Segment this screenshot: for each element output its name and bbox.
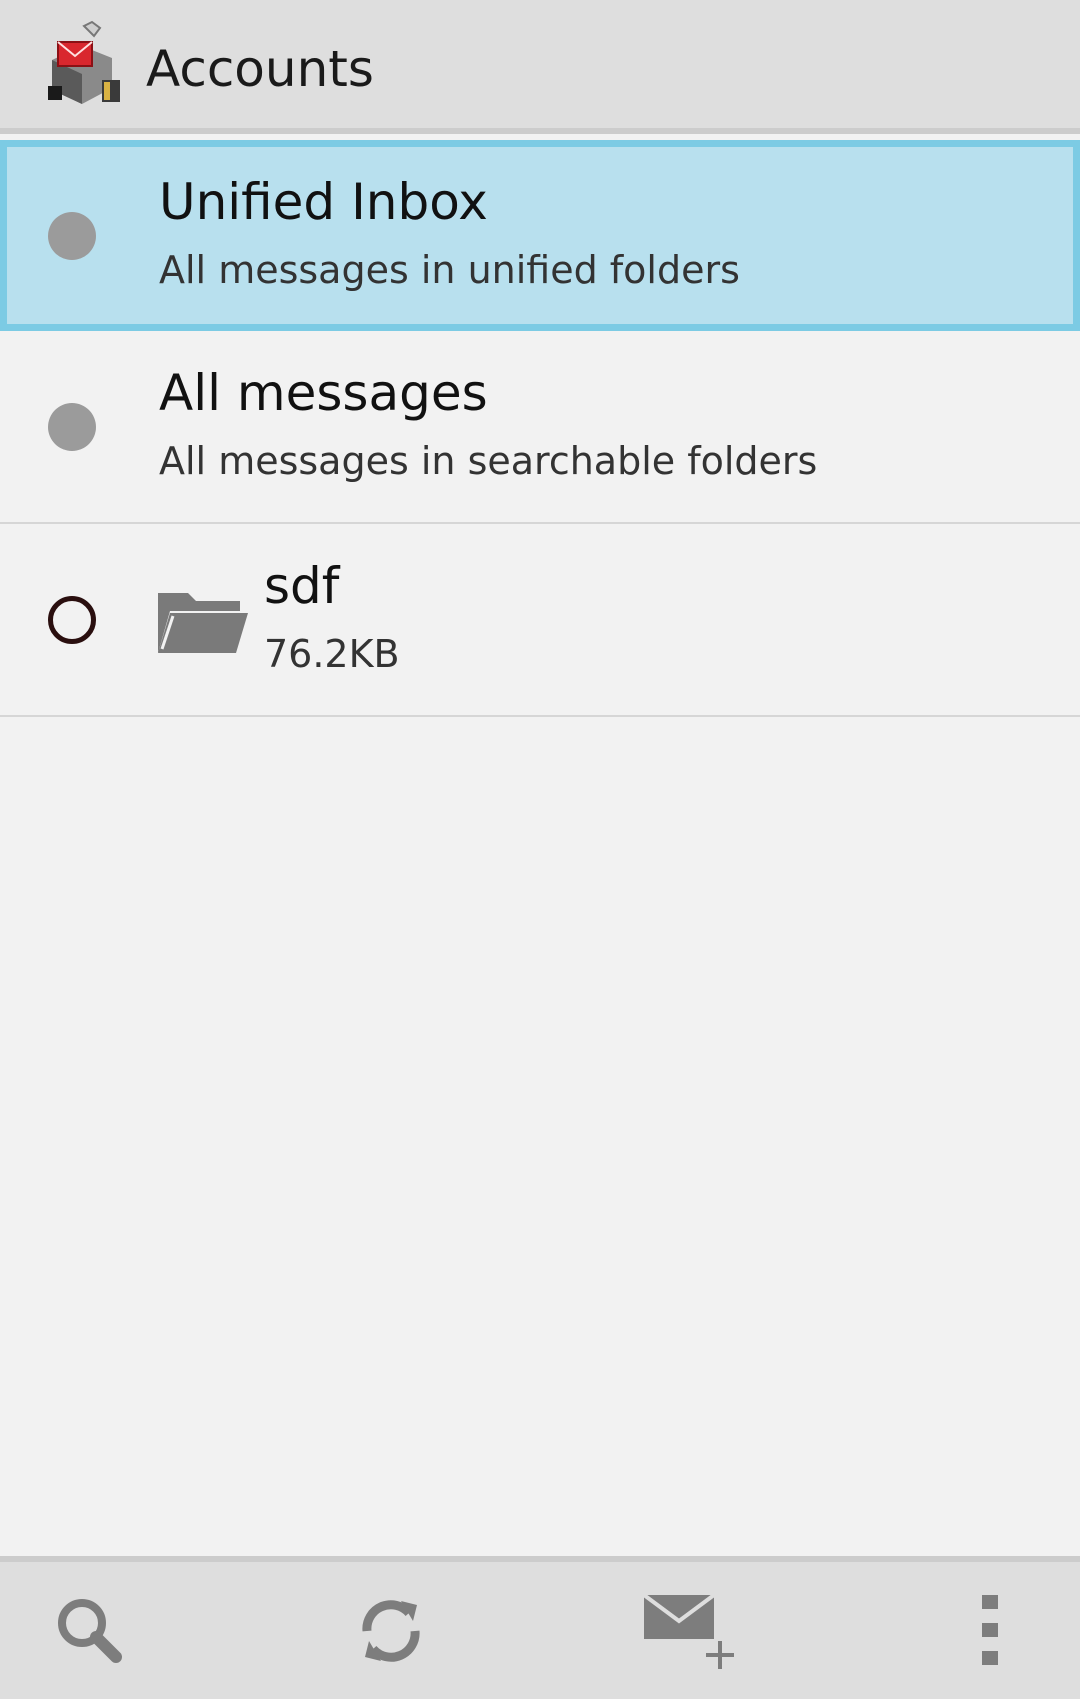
- unread-indicator-dot: [48, 403, 96, 451]
- list-item-all-messages[interactable]: All messages All messages in searchable …: [0, 331, 1080, 524]
- unread-indicator-dot: [48, 212, 96, 260]
- compose-icon: [642, 1592, 734, 1669]
- list-item-subtitle: All messages in searchable folders: [159, 439, 818, 483]
- app-logo-icon[interactable]: [40, 20, 130, 114]
- page-title: Accounts: [146, 40, 374, 98]
- list-item-title: Unified Inbox: [159, 173, 488, 231]
- list-item-subtitle: 76.2KB: [264, 632, 400, 676]
- search-button[interactable]: [0, 1562, 190, 1699]
- folder-icon: [158, 593, 248, 653]
- compose-button[interactable]: [590, 1562, 790, 1699]
- bottom-action-bar: [0, 1556, 1080, 1699]
- account-status-dot: [48, 596, 96, 644]
- list-item-title: All messages: [159, 364, 488, 422]
- action-bar: Accounts: [0, 0, 1080, 134]
- list-item-subtitle: All messages in unified folders: [159, 248, 740, 292]
- list-item-title: sdf: [264, 557, 340, 615]
- overflow-menu-button[interactable]: [890, 1562, 1080, 1699]
- search-icon: [58, 1598, 122, 1663]
- refresh-icon: [362, 1599, 420, 1662]
- refresh-button[interactable]: [291, 1562, 491, 1699]
- list-item-unified-inbox[interactable]: Unified Inbox All messages in unified fo…: [0, 140, 1080, 331]
- overflow-menu-icon: [982, 1594, 998, 1665]
